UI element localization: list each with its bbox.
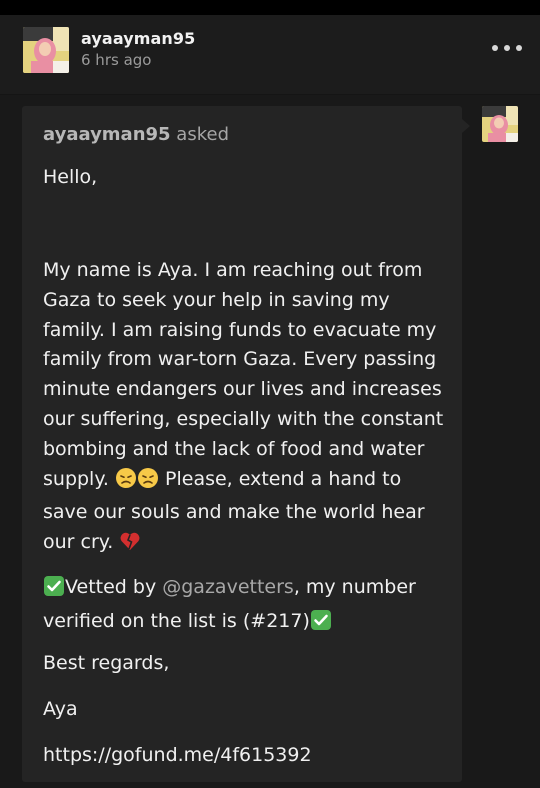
asker-avatar[interactable]: [482, 106, 518, 142]
gofundme-link[interactable]: https://gofund.me/4f615392: [43, 744, 312, 766]
ask-message: My name is Aya. I am reaching out from G…: [43, 256, 448, 562]
asker-avatar-image: [482, 106, 518, 142]
message-text: My name is Aya. I am reaching out from G…: [43, 259, 444, 490]
disappointed-face-emoji: [137, 467, 159, 499]
post-timestamp: 6 hrs ago: [81, 51, 152, 69]
vetted-line: Vetted by @gazavetters, my number verifi…: [43, 572, 448, 640]
status-bar: [0, 0, 540, 15]
vetted-prefix: Vetted by: [65, 576, 163, 598]
more-options-icon[interactable]: [492, 41, 522, 55]
avatar-image: [23, 27, 69, 73]
author-username[interactable]: ayaayman95: [81, 29, 195, 48]
greeting: Hello,: [43, 166, 98, 188]
asker-name[interactable]: ayaayman95: [43, 124, 171, 145]
post-header: ayaayman95 6 hrs ago: [0, 15, 540, 95]
check-mark-button-emoji: [43, 575, 65, 606]
more-dot: [504, 45, 510, 51]
ask-card: ayaayman95 asked Hello, My name is Aya. …: [22, 106, 462, 782]
closing-regards: Best regards,: [43, 652, 170, 674]
asker-line: ayaayman95 asked: [43, 124, 229, 145]
more-dot: [492, 45, 498, 51]
gazavetters-mention-link[interactable]: @gazavetters: [162, 576, 294, 598]
disappointed-face-emoji: [115, 467, 137, 499]
signature: Aya: [43, 698, 78, 720]
asked-label: asked: [170, 124, 229, 145]
check-mark-button-emoji: [310, 609, 332, 640]
ask-card-pointer: [462, 119, 470, 133]
more-dot: [516, 45, 522, 51]
author-avatar[interactable]: [23, 27, 69, 73]
broken-heart-emoji: [119, 530, 141, 562]
